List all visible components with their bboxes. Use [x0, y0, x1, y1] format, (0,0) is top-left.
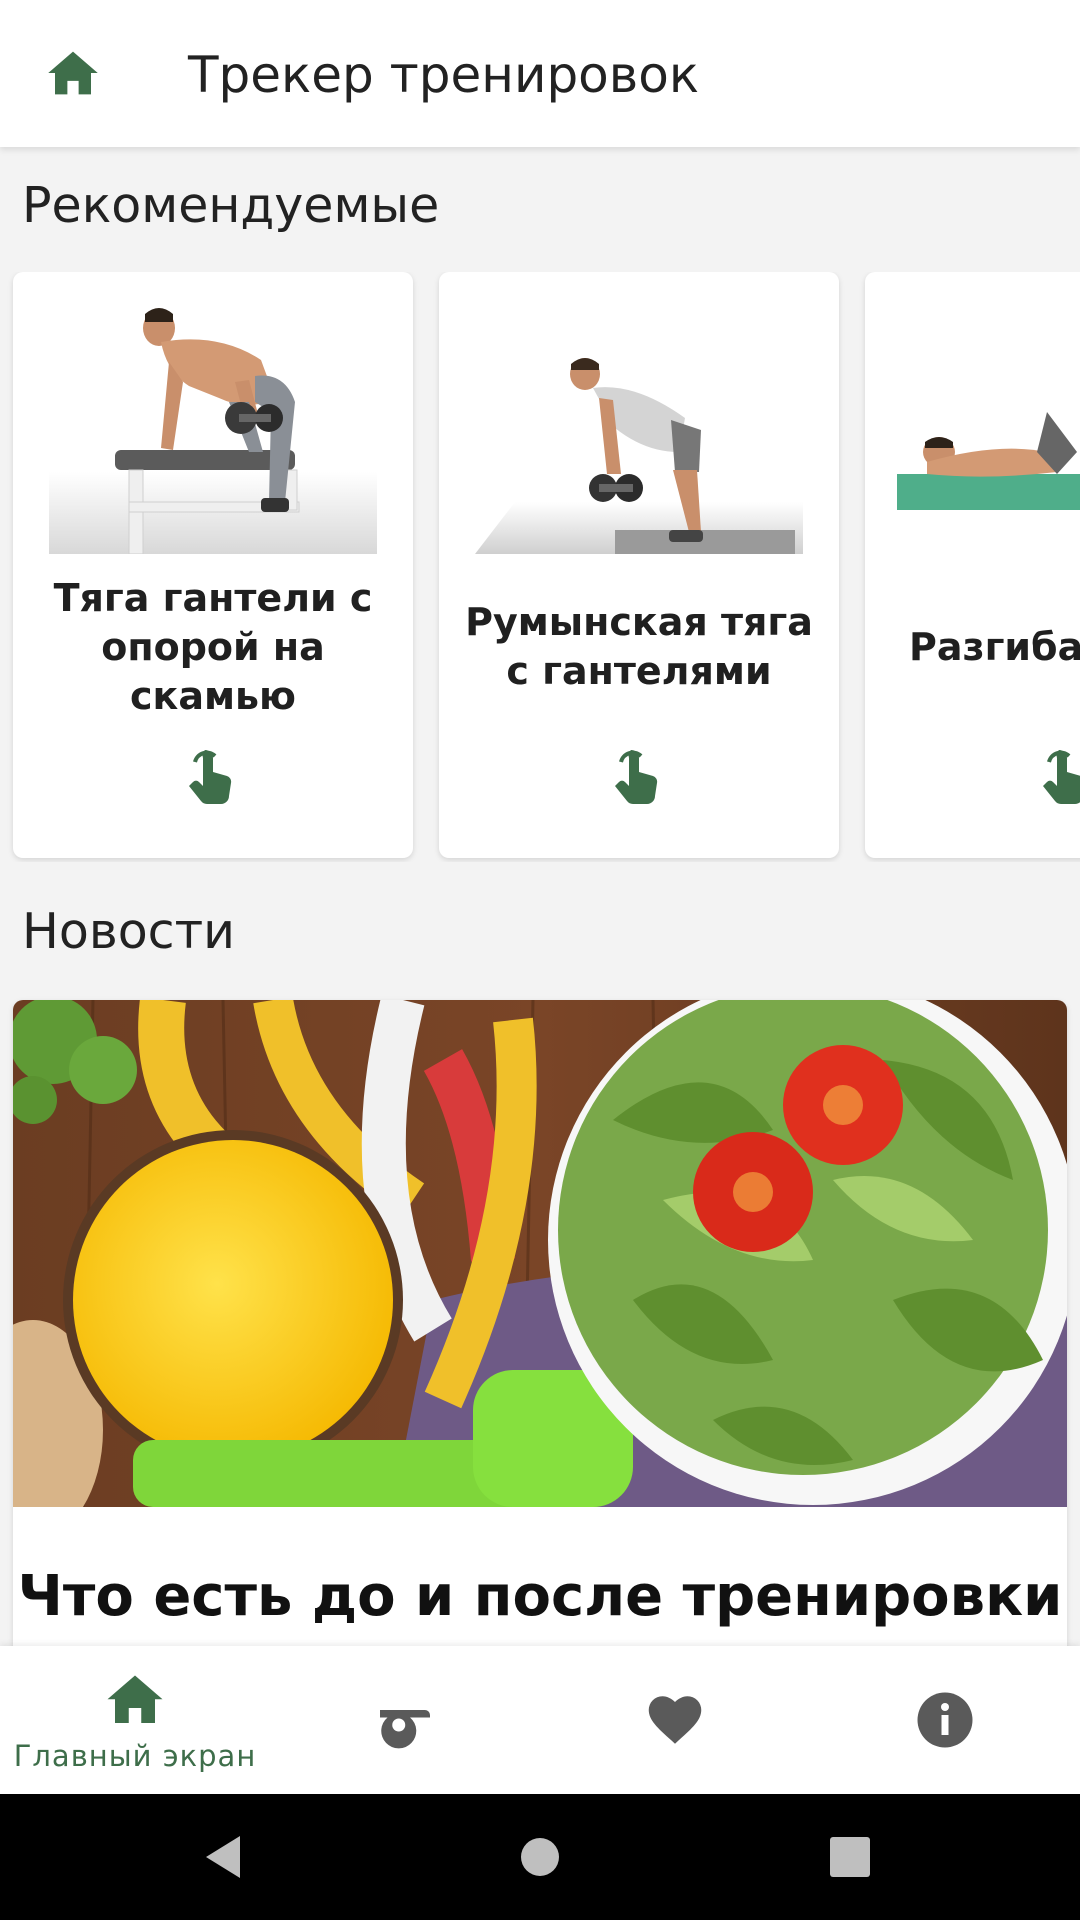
nav-item-home[interactable]: Главный экран: [0, 1646, 270, 1794]
nav-item-workouts[interactable]: [270, 1646, 540, 1794]
news-headline: Что есть до и после тренировки: [17, 1564, 1063, 1629]
exercise-image: [897, 302, 1080, 554]
home-icon: [48, 51, 98, 95]
exercise-name: Тяга гантели с опорой на скамью: [53, 575, 373, 718]
app-screen: Трекер тренировок Рекомендуемые Тяга ган…: [0, 0, 1080, 1920]
tap-icon: [1043, 750, 1080, 804]
nav-item-favorites[interactable]: [540, 1646, 810, 1794]
news-heading: Новости: [22, 903, 236, 960]
info-icon: [917, 1692, 973, 1748]
exercise-card[interactable]: Тяга гантели с опорой на скамью: [13, 272, 413, 858]
system-navigation-bar: [0, 1794, 1080, 1920]
recents-icon[interactable]: [815, 1822, 885, 1892]
exercise-card[interactable]: Румынская тяга с гантелями: [439, 272, 839, 858]
exercise-image: [475, 302, 803, 554]
nav-label-home: Главный экран: [13, 1739, 257, 1773]
heart-icon: [648, 1696, 702, 1744]
bottom-navigation: Главный экран: [0, 1646, 1080, 1794]
app-title: Трекер тренировок: [188, 46, 700, 104]
recommended-carousel[interactable]: Тяга гантели с опорой на скамью Румынска…: [0, 272, 1080, 862]
exercise-name: Румынская тяга с гантелями: [465, 600, 813, 693]
home-icon: [107, 1675, 163, 1723]
exercise-name: Разгибан лежа: [909, 624, 1080, 669]
home-circle-icon[interactable]: [505, 1822, 575, 1892]
exercise-image: [49, 302, 377, 554]
back-icon[interactable]: [190, 1822, 260, 1892]
exercise-card[interactable]: Разгибан лежа: [865, 272, 1080, 858]
tap-icon: [189, 750, 232, 804]
whistle-icon: [380, 1710, 430, 1749]
tap-icon: [615, 750, 658, 804]
nav-item-info[interactable]: [810, 1646, 1080, 1794]
recommended-heading: Рекомендуемые: [22, 177, 440, 234]
news-card[interactable]: Что есть до и после тренировки: [13, 1000, 1067, 1660]
news-image: [13, 1000, 1067, 1507]
home-button[interactable]: [28, 28, 118, 118]
top-app-bar: Трекер тренировок: [0, 0, 1080, 147]
